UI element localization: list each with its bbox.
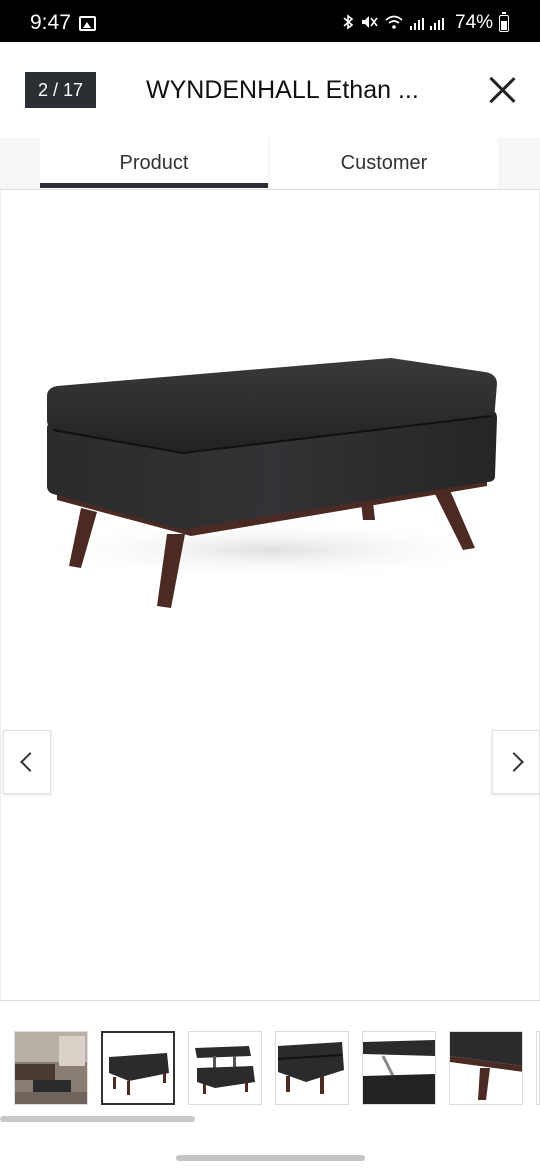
thumbnail-ottoman-front[interactable] (101, 1031, 175, 1105)
page-title: WYNDENHALL Ethan ... (146, 76, 419, 104)
bluetooth-icon (342, 14, 354, 33)
status-icons (342, 14, 444, 33)
thumbnail-ottoman-closeup[interactable] (275, 1031, 349, 1105)
chevron-right-icon (503, 752, 524, 772)
thumbnail-scrollbar[interactable] (0, 1116, 195, 1122)
battery-icon (499, 12, 509, 32)
thumbnail-living-room[interactable] (14, 1031, 88, 1105)
product-image-ottoman (31, 358, 511, 608)
battery-percent: 74% (455, 12, 494, 33)
thumbnail-ottoman-leg[interactable] (449, 1031, 523, 1105)
chevron-left-icon (19, 752, 40, 772)
next-image-button[interactable] (492, 730, 540, 794)
thumbnail-ottoman-hinge[interactable] (362, 1031, 436, 1105)
status-time: 9:47 (30, 11, 71, 34)
signal-icon-2 (430, 17, 444, 30)
close-icon[interactable] (482, 70, 522, 110)
thumbnail-ottoman-lift-top[interactable] (188, 1031, 262, 1105)
tab-product[interactable]: Product (40, 138, 268, 189)
main-image-stage (0, 190, 540, 1000)
home-indicator[interactable] (176, 1155, 365, 1161)
signal-icon-1 (410, 17, 424, 30)
thumbnail-partial[interactable] (536, 1031, 540, 1105)
gallery-notification-icon (79, 16, 96, 31)
wifi-icon (384, 14, 404, 33)
mute-icon (360, 14, 378, 33)
status-bar: 9:47 74% (0, 0, 540, 42)
active-tab-indicator (40, 183, 268, 188)
previous-image-button[interactable] (3, 730, 51, 794)
tab-customer[interactable]: Customer (270, 138, 498, 189)
image-counter: 2 / 17 (25, 72, 96, 108)
